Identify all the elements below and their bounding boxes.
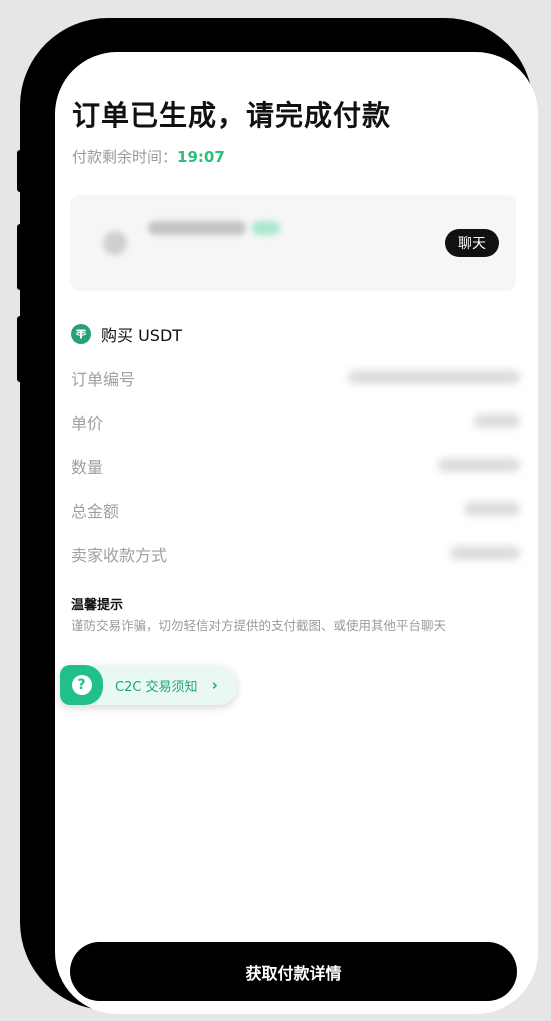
seller-card: 聊天	[70, 195, 516, 291]
get-payment-details-button[interactable]: 获取付款详情	[70, 942, 517, 1001]
buy-usdt-row: 购买 USDT	[71, 322, 182, 346]
quantity-value-redacted	[438, 458, 520, 472]
question-icon-wrapper: ?	[60, 665, 103, 705]
page-title: 订单已生成，请完成付款	[72, 99, 392, 132]
buy-label: 购买 USDT	[101, 326, 183, 345]
seller-avatar	[103, 231, 127, 255]
unit-price-value-redacted	[474, 414, 520, 428]
unit-price-label: 单价	[71, 414, 104, 433]
total-amount-label: 总金额	[71, 502, 120, 521]
phone-frame: 订单已生成，请完成付款 付款剩余时间：19:07 聊天 购买 USDT 订单编号…	[20, 18, 538, 1014]
timer-value: 19:07	[177, 148, 225, 166]
timer-label: 付款剩余时间：	[72, 148, 178, 166]
tips-text: 谨防交易诈骗，切勿轻信对方提供的支付截图、或使用其他平台聊天	[71, 618, 447, 633]
question-icon: ?	[71, 675, 92, 695]
chat-button[interactable]: 聊天	[445, 229, 499, 257]
seller-name-redacted	[148, 221, 246, 235]
tether-icon	[71, 324, 91, 344]
screen: 订单已生成，请完成付款 付款剩余时间：19:07 聊天 购买 USDT 订单编号…	[55, 52, 538, 1014]
seller-verified-badge	[252, 221, 280, 235]
payment-method-label: 卖家收款方式	[71, 546, 168, 565]
total-amount-value-redacted	[464, 502, 520, 516]
c2c-notice-button[interactable]: ? C2C 交易须知 ›	[60, 665, 237, 705]
chevron-right-icon: ›	[211, 676, 218, 694]
tips-title: 温馨提示	[71, 598, 124, 613]
payment-timer: 付款剩余时间：19:07	[72, 146, 225, 167]
order-number-value-redacted	[348, 370, 520, 384]
quantity-label: 数量	[71, 458, 104, 477]
c2c-notice-label: C2C 交易须知	[115, 679, 198, 695]
payment-method-value-redacted	[450, 546, 520, 560]
order-number-label: 订单编号	[71, 370, 136, 389]
